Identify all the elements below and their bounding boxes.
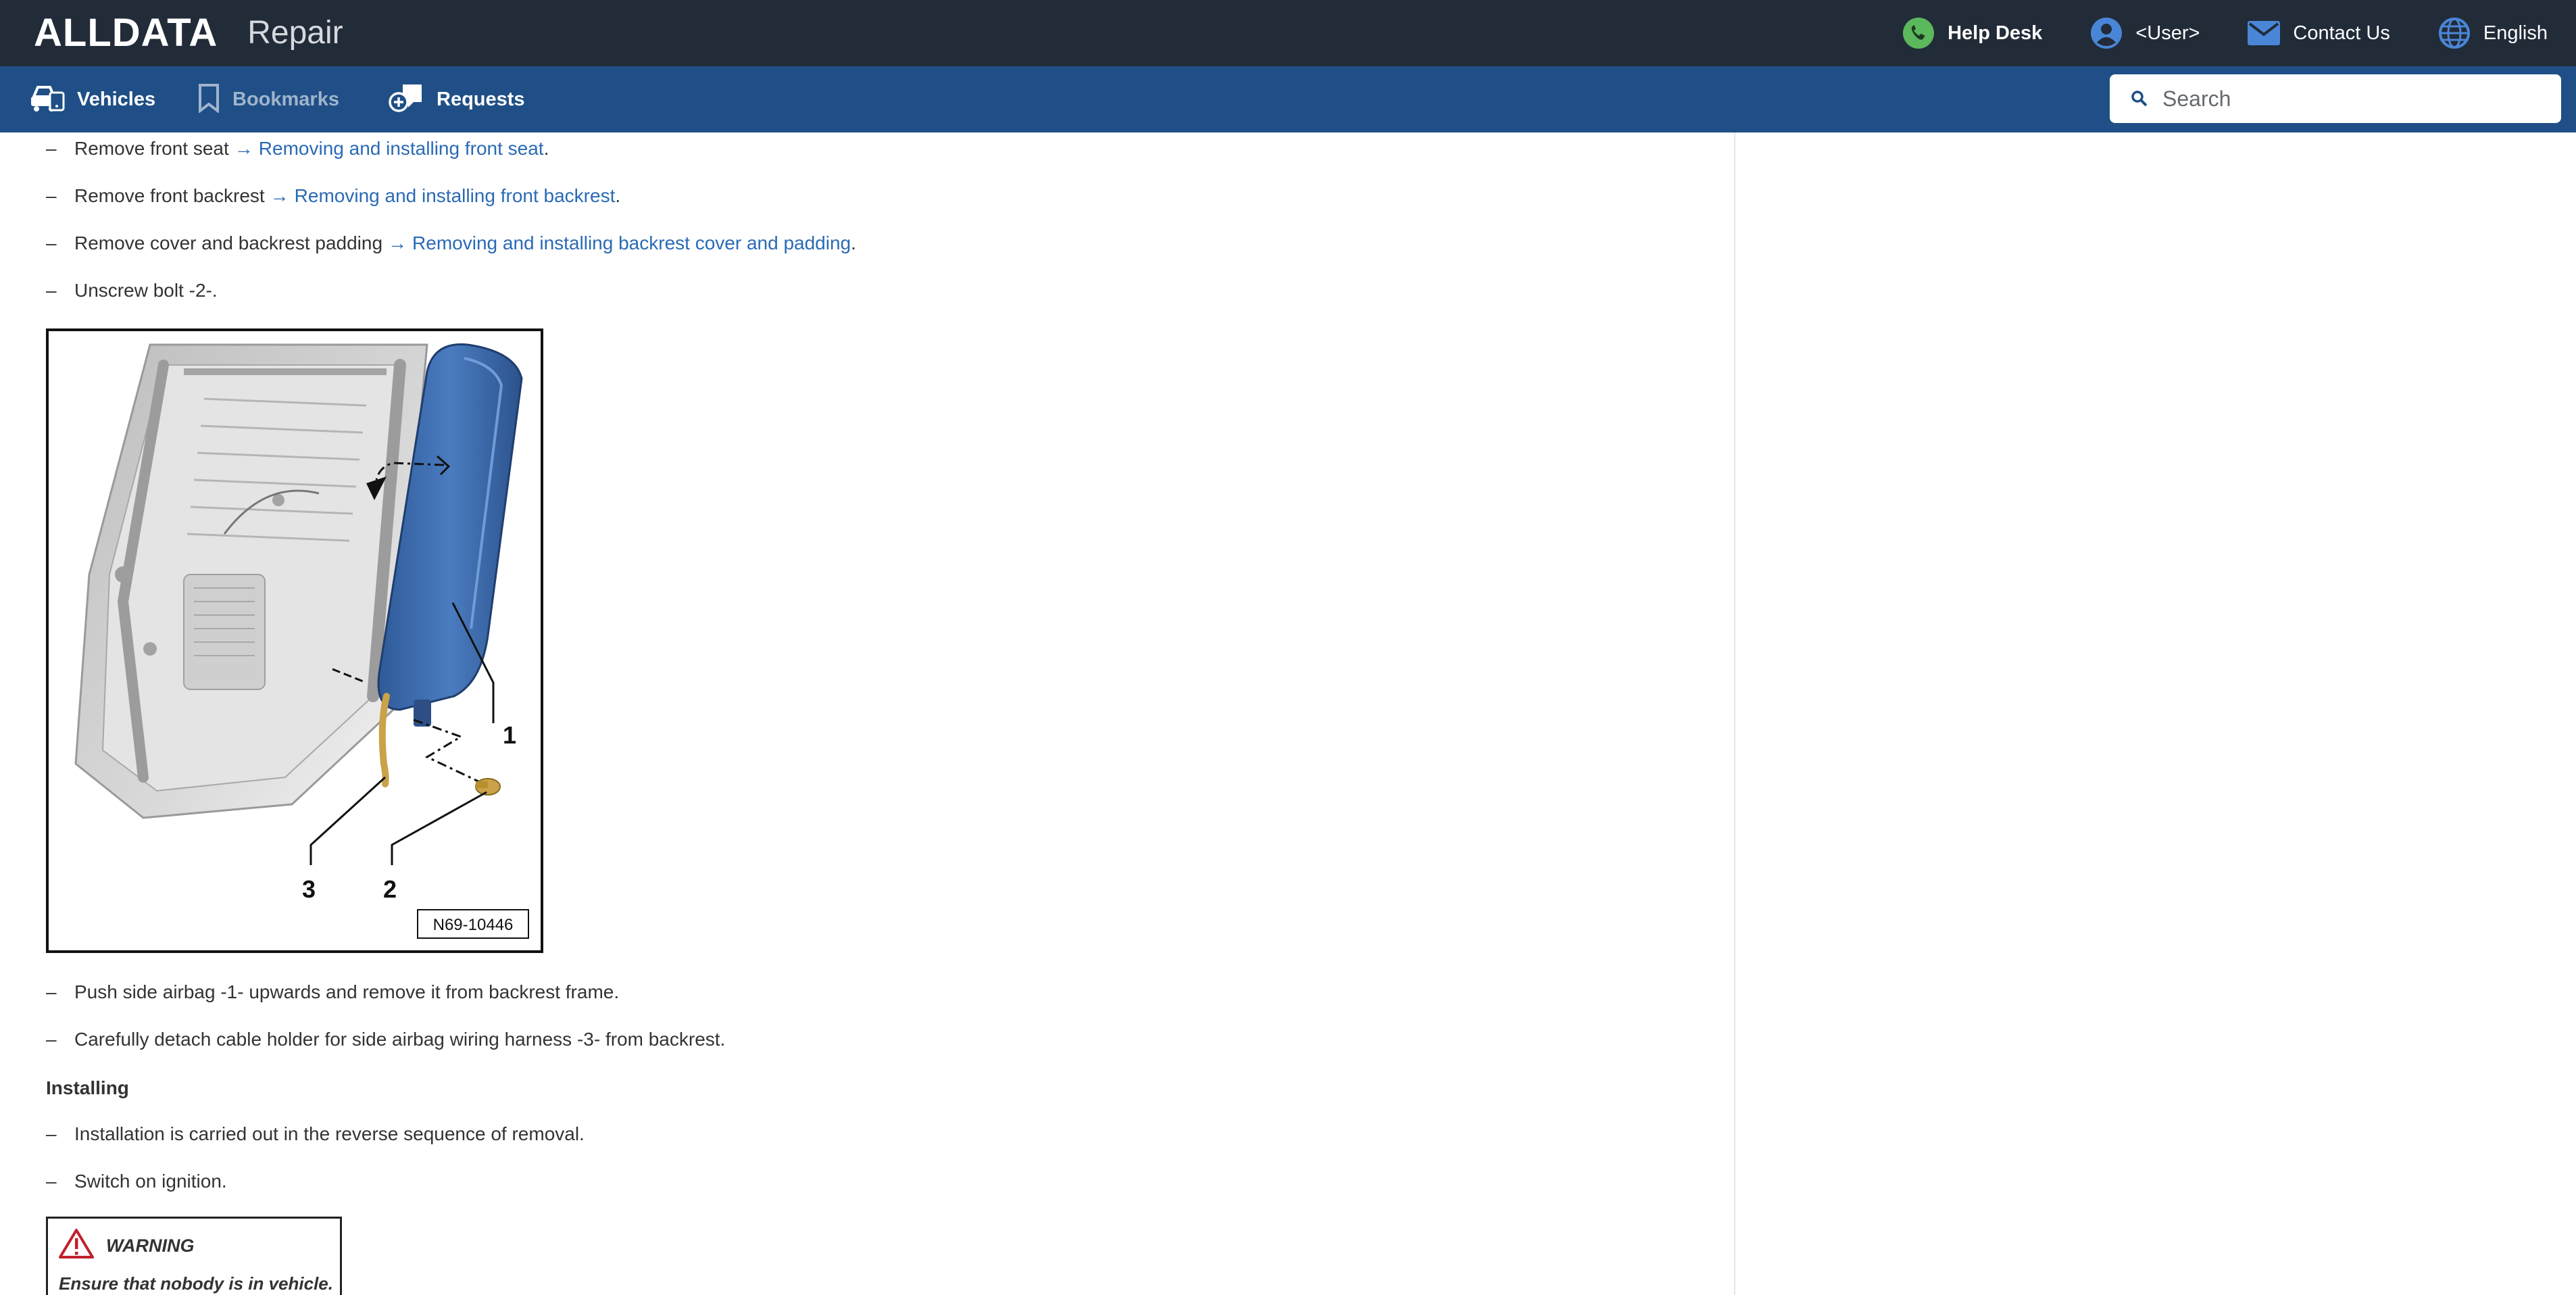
step-text: Remove front seat <box>74 138 229 159</box>
link-arrow: → <box>234 138 253 159</box>
step-text: Push side airbag -1- upwards and remove … <box>74 981 620 1002</box>
warning-triangle-icon <box>59 1228 94 1264</box>
link-arrow: → <box>270 185 289 206</box>
installing-heading: Installing <box>46 1077 129 1098</box>
step-text: Remove cover and backrest padding <box>74 233 383 253</box>
nav-requests[interactable]: Requests <box>388 66 525 132</box>
top-links: Help Desk <User> Contact Us English <box>1854 0 2548 66</box>
search-input[interactable] <box>2162 86 2541 112</box>
procedure-content: – Remove front seat → Removing and insta… <box>0 132 1735 1295</box>
nav-bookmarks[interactable]: Bookmarks <box>197 66 339 132</box>
step-remove-cover-padding: – Remove cover and backrest padding → Re… <box>46 233 856 254</box>
top-header: ALLDATA Repair Help Desk <User> Contact … <box>0 0 2576 66</box>
user-label: <User> <box>2135 22 2200 44</box>
link-front-backrest[interactable]: Removing and installing front backrest <box>295 185 616 207</box>
step-text: Unscrew bolt -2-. <box>74 280 218 301</box>
link-backrest-cover-padding[interactable]: Removing and installing backrest cover a… <box>412 233 851 254</box>
app-name: Repair <box>247 15 343 51</box>
step-text: Installation is carried out in the rever… <box>74 1123 585 1144</box>
callout-1: 1 <box>503 721 516 749</box>
search-box[interactable] <box>2110 74 2561 123</box>
nav-vehicles[interactable]: Vehicles <box>30 66 155 132</box>
search-icon <box>2130 89 2149 108</box>
globe-icon <box>2437 16 2471 50</box>
warning-label: WARNING <box>106 1236 195 1256</box>
contact-us-link[interactable]: Contact Us <box>2247 16 2390 50</box>
step-text: Carefully detach cable holder for side a… <box>74 1029 726 1050</box>
side-airbag-illustration[interactable]: 1 2 3 N69-10446 <box>46 328 543 953</box>
vehicle-icon <box>30 83 65 116</box>
step-push-side-airbag: – Push side airbag -1- upwards and remov… <box>46 981 620 1002</box>
step-unscrew-bolt: – Unscrew bolt -2-. <box>46 280 218 301</box>
language-selector[interactable]: English <box>2437 16 2548 50</box>
help-desk-label: Help Desk <box>1948 22 2043 44</box>
brand[interactable]: ALLDATA Repair <box>34 11 343 55</box>
step-switch-on-ignition: – Switch on ignition. <box>46 1171 227 1192</box>
bookmark-icon <box>197 83 220 116</box>
user-avatar-icon <box>2089 16 2123 50</box>
warning-header: WARNING <box>59 1228 329 1264</box>
link-front-seat[interactable]: Removing and installing front seat <box>259 138 544 160</box>
step-detach-cable-holder: – Carefully detach cable holder for side… <box>46 1029 726 1050</box>
phone-icon <box>1902 16 1935 50</box>
step-remove-front-seat: – Remove front seat → Removing and insta… <box>46 138 549 160</box>
warning-box: WARNING Ensure that nobody is in vehicle… <box>46 1217 342 1295</box>
right-pane <box>1737 132 2576 1295</box>
step-installation-reverse: – Installation is carried out in the rev… <box>46 1123 585 1144</box>
requests-icon <box>388 82 424 118</box>
step-text: Switch on ignition. <box>74 1171 227 1192</box>
help-desk-link[interactable]: Help Desk <box>1902 16 2042 50</box>
step-text: Remove front backrest <box>74 185 265 206</box>
step-remove-front-backrest: – Remove front backrest → Removing and i… <box>46 185 621 207</box>
figure-code: N69-10446 <box>433 916 514 934</box>
nav-bookmarks-label: Bookmarks <box>232 88 339 110</box>
mail-icon <box>2247 16 2281 50</box>
warning-message: Ensure that nobody is in vehicle. <box>59 1273 333 1294</box>
link-arrow: → <box>388 233 407 253</box>
language-label: English <box>2483 22 2548 44</box>
contact-us-label: Contact Us <box>2293 22 2390 44</box>
nav-requests-label: Requests <box>437 88 525 110</box>
callout-3: 3 <box>302 875 316 903</box>
nav-vehicles-label: Vehicles <box>77 88 156 110</box>
user-menu[interactable]: <User> <box>2089 16 2200 50</box>
alldata-logo: ALLDATA <box>34 11 218 55</box>
callout-2: 2 <box>383 875 397 903</box>
